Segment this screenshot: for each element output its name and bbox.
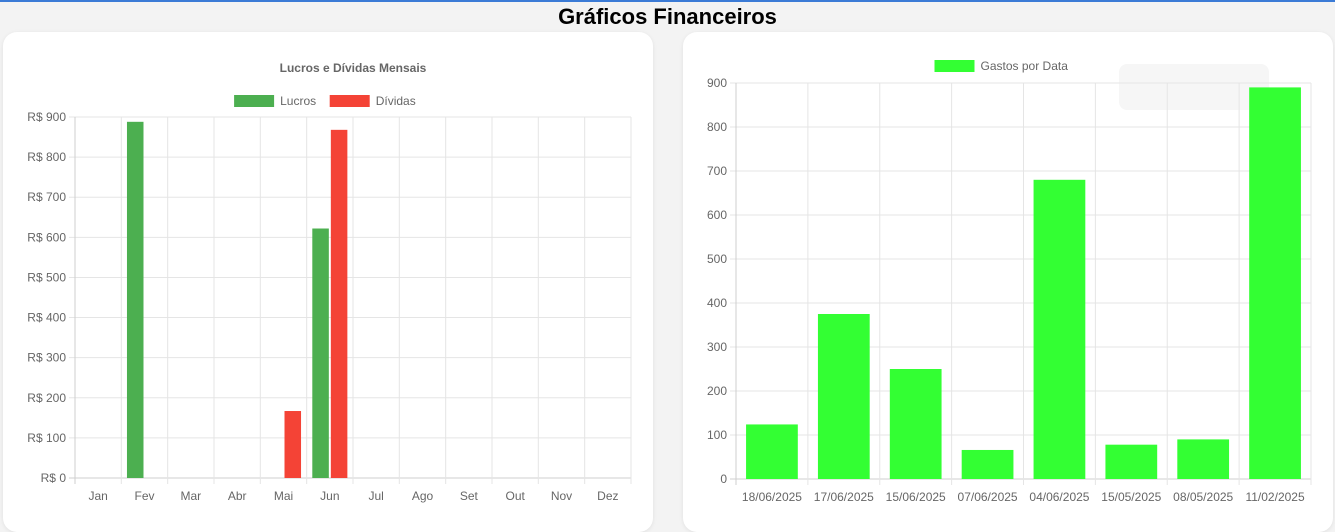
bar-gastos-por-data-4: [1033, 179, 1086, 480]
bar-lucros-1: [126, 121, 144, 479]
y-tick-label: R$ 800: [27, 150, 66, 164]
bar-d-vidas-5: [330, 129, 348, 478]
x-tick-label: Nov: [551, 489, 572, 503]
x-tick-label: 11/02/2025: [1245, 490, 1304, 504]
bar-d-vidas-4: [284, 411, 302, 478]
y-tick-label: 800: [707, 120, 727, 134]
bar-gastos-por-data-1: [817, 314, 870, 479]
legend-label-1: Dívidas: [376, 94, 416, 108]
x-tick-label: 07/06/2025: [958, 490, 1018, 504]
y-tick-label: R$ 900: [27, 110, 66, 124]
y-tick-label: R$ 500: [27, 270, 66, 284]
y-tick-label: 300: [707, 340, 727, 354]
y-tick-label: R$ 100: [27, 431, 66, 445]
legend-swatch-1: [329, 95, 370, 107]
legend-swatch-0: [234, 95, 275, 107]
x-tick-label: Abr: [228, 489, 247, 503]
y-tick-label: 0: [720, 472, 727, 486]
bar-gastos-por-data-6: [1177, 439, 1230, 479]
bar-gastos-por-data-7: [1249, 87, 1301, 480]
x-tick-label: Ago: [412, 489, 434, 503]
x-tick-label: 18/06/2025: [742, 490, 802, 504]
x-tick-label: 08/05/2025: [1173, 490, 1233, 504]
y-tick-label: 500: [707, 252, 727, 266]
y-tick-label: R$ 300: [27, 351, 66, 365]
bar-gastos-por-data-3: [961, 449, 1014, 479]
y-tick-label: 700: [707, 164, 727, 178]
y-tick-label: R$ 700: [27, 190, 66, 204]
x-tick-label: Dez: [597, 489, 618, 503]
x-tick-label: 15/05/2025: [1101, 490, 1161, 504]
expenses-by-date-chart: Gastos por Data 0 100 200 300 400 500 600 700 800…: [707, 59, 1312, 504]
page-title: Gráficos Financeiros: [558, 4, 777, 29]
x-tick-label: Set: [460, 489, 479, 503]
y-tick-label: R$ 0: [41, 471, 67, 485]
bar-lucros-5: [312, 228, 329, 478]
expenses-chart-card: Gastos por Data 0 100 200 300 400 500 600 700 800…: [683, 32, 1333, 532]
x-tick-label: Mar: [180, 489, 201, 503]
chart-title: Lucros e Dívidas Mensais: [280, 61, 427, 75]
legend-label-0: Lucros: [280, 94, 316, 108]
x-tick-label: 17/06/2025: [814, 490, 874, 504]
y-tick-label: 400: [707, 296, 727, 310]
bar-gastos-por-data-0: [746, 424, 798, 479]
x-tick-label: Fev: [134, 489, 154, 503]
x-tick-label: Jan: [88, 489, 107, 503]
x-tick-label: 04/06/2025: [1029, 490, 1089, 504]
profit-debt-chart-card: Lucros e Dívidas Mensais Lucros Dívidas R$ …: [3, 32, 653, 532]
legend-swatch-0: [934, 60, 975, 72]
y-tick-label: 200: [707, 384, 727, 398]
bar-gastos-por-data-5: [1105, 444, 1158, 479]
x-tick-label: 15/06/2025: [886, 490, 946, 504]
x-tick-label: Out: [505, 489, 525, 503]
top-border: [0, 0, 1335, 2]
y-tick-label: R$ 400: [27, 311, 66, 325]
y-tick-label: 900: [707, 76, 727, 90]
legend-label-0: Gastos por Data: [981, 59, 1069, 73]
y-tick-label: 100: [707, 428, 727, 442]
y-tick-label: R$ 200: [27, 391, 66, 405]
bar-gastos-por-data-2: [889, 369, 942, 479]
x-tick-label: Jul: [368, 489, 383, 503]
y-tick-label: R$ 600: [27, 230, 66, 244]
x-tick-label: Jun: [320, 489, 339, 503]
profit-debt-chart: Lucros e Dívidas Mensais Lucros Dívidas R$ …: [27, 61, 632, 503]
y-tick-label: 600: [707, 208, 727, 222]
x-tick-label: Mai: [274, 489, 293, 503]
